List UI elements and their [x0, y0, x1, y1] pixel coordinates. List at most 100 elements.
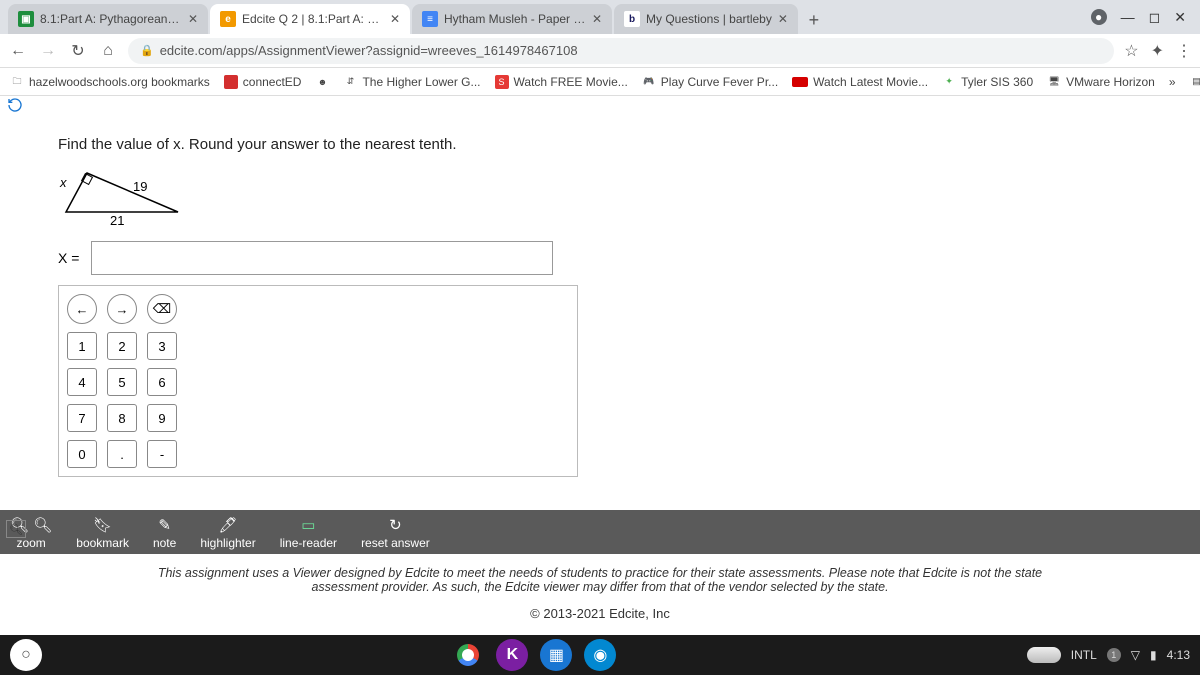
keypad-1[interactable]: 1 [67, 332, 97, 360]
profile-icon[interactable]: ● [1091, 9, 1107, 25]
bookmark-item[interactable]: ⇵ The Higher Lower G... [343, 75, 480, 89]
bookmark-item[interactable]: SWatch FREE Movie... [495, 75, 628, 89]
answer-label: X = [58, 250, 79, 266]
keypad-5[interactable]: 5 [107, 368, 137, 396]
extension-icon[interactable]: ✦ [1151, 41, 1164, 61]
note-icon: ✎ [158, 516, 171, 534]
browser-tab-active[interactable]: e Edcite Q 2 | 8.1:Part A: Pythagor ✕ [210, 4, 410, 34]
system-tray[interactable]: INTL 1 ▽ ▮ 4:13 [1027, 647, 1190, 663]
launcher-icon[interactable]: ○ [10, 639, 42, 671]
keypad-9[interactable]: 9 [147, 404, 177, 432]
tool-label: note [153, 536, 176, 550]
minimize-icon[interactable]: — [1121, 9, 1135, 25]
os-taskbar: ○ K ▦ ◉ INTL 1 ▽ ▮ 4:13 [0, 635, 1200, 675]
bookmarks-bar: 🗀hazelwoodschools.org bookmarks connectE… [0, 68, 1200, 96]
tool-label: reset answer [361, 536, 430, 550]
reading-list-button[interactable]: ▤Reading list [1190, 75, 1200, 89]
bookmark-favicon: 🖥 [1047, 75, 1061, 89]
chrome-icon[interactable] [452, 639, 484, 671]
keypad-dot[interactable]: . [107, 440, 137, 468]
bookmark-tool[interactable]: 🔖︎ bookmark [76, 516, 129, 550]
reset-answer-tool[interactable]: ↻ reset answer [361, 516, 430, 550]
answer-input[interactable] [91, 241, 553, 275]
close-icon[interactable]: ✕ [390, 12, 400, 26]
forward-icon[interactable]: → [38, 42, 58, 60]
bookmark-favicon: S [495, 75, 509, 89]
close-icon[interactable]: ✕ [778, 12, 788, 26]
list-icon: ▤ [1190, 75, 1200, 89]
close-icon[interactable]: ✕ [592, 12, 602, 26]
copyright-text: © 2013-2021 Edcite, Inc [0, 606, 1200, 621]
bookmark-item[interactable]: 🗀hazelwoodschools.org bookmarks [10, 75, 210, 89]
triangle-base-label: 21 [110, 213, 124, 228]
tool-label: zoom [16, 536, 45, 550]
star-icon[interactable]: ☆ [1124, 41, 1138, 61]
keypad-minus[interactable]: - [147, 440, 177, 468]
tab-title: Hytham Musleh - Paper Copy - G [444, 12, 586, 26]
keypad-next-button[interactable]: → [107, 294, 137, 324]
maximize-icon[interactable]: ◻ [1149, 9, 1161, 26]
browser-tab[interactable]: ≡ Hytham Musleh - Paper Copy - G ✕ [412, 4, 612, 34]
browser-tab[interactable]: b My Questions | bartleby ✕ [614, 4, 798, 34]
bookmark-label: VMware Horizon [1066, 75, 1155, 89]
tab-favicon: ▣ [18, 11, 34, 27]
tray-pill-icon [1027, 647, 1061, 663]
bookmark-label: Watch Latest Movie... [813, 75, 928, 89]
app-icon-k[interactable]: K [496, 639, 528, 671]
keypad-4[interactable]: 4 [67, 368, 97, 396]
notification-badge: 1 [1107, 648, 1121, 662]
bookmark-favicon: ⇵ [343, 75, 357, 89]
question-text: Find the value of x. Round your answer t… [58, 136, 1160, 153]
camera-icon[interactable]: ◉ [584, 639, 616, 671]
reset-icon: ↻ [389, 516, 402, 534]
clock: 4:13 [1167, 648, 1190, 662]
home-icon[interactable]: ⌂ [98, 42, 118, 60]
assignment-page: Find the value of x. Round your answer t… [0, 96, 1200, 477]
bookmark-favicon [224, 75, 238, 89]
keypad-prev-button[interactable]: ← [67, 294, 97, 324]
bookmark-favicon: ☻ [315, 75, 329, 89]
keypad-8[interactable]: 8 [107, 404, 137, 432]
url-input[interactable]: 🔒 edcite.com/apps/AssignmentViewer?assig… [128, 38, 1114, 64]
line-reader-tool[interactable]: ▭ line-reader [280, 516, 337, 550]
keypad: ← → ⌫ 1 2 3 4 5 6 7 8 9 0 . - [58, 285, 578, 477]
lang-indicator: INTL [1071, 648, 1097, 662]
back-icon[interactable]: ← [8, 42, 28, 60]
bookmark-item[interactable]: ✦Tyler SIS 360 [942, 75, 1033, 89]
new-tab-button[interactable]: + [800, 6, 828, 34]
bookmark-label: Tyler SIS 360 [961, 75, 1033, 89]
triangle-hyp-label: 19 [133, 179, 147, 194]
bookmark-label: Play Curve Fever Pr... [661, 75, 778, 89]
note-tool[interactable]: ✎ note [153, 516, 176, 550]
browser-tab[interactable]: ▣ 8.1:Part A: Pythagorean Theorem ✕ [8, 4, 208, 34]
bookmark-label: connectED [243, 75, 302, 89]
docs-icon[interactable]: ▦ [540, 639, 572, 671]
keypad-7[interactable]: 7 [67, 404, 97, 432]
bookmark-item[interactable]: ☻ [315, 75, 329, 89]
footer-disclaimer: This assignment uses a Viewer designed b… [0, 566, 1200, 594]
triangle-x-label: x [60, 175, 67, 190]
highlighter-icon: 🖊︎ [218, 516, 237, 534]
bookmark-item[interactable]: 🖥 VMware Horizon [1047, 75, 1155, 89]
bookmark-item[interactable]: Watch Latest Movie... [792, 75, 928, 89]
keypad-6[interactable]: 6 [147, 368, 177, 396]
zoom-magnifier-icon[interactable]: 🔍︎ [6, 520, 26, 538]
bookmark-item[interactable]: connectED [224, 75, 302, 89]
wifi-icon: ▽ [1131, 648, 1140, 662]
keypad-3[interactable]: 3 [147, 332, 177, 360]
menu-icon[interactable]: ⋮ [1176, 41, 1192, 61]
bookmark-label: The Higher Lower G... [362, 75, 480, 89]
lock-icon: 🔒 [140, 44, 154, 57]
keypad-backspace-button[interactable]: ⌫ [147, 294, 177, 324]
keypad-2[interactable]: 2 [107, 332, 137, 360]
window-controls: ● — ◻ ✕ [1091, 0, 1200, 34]
bookmark-item[interactable]: 🎮Play Curve Fever Pr... [642, 75, 778, 89]
bookmarks-overflow[interactable]: » [1169, 75, 1176, 89]
tab-title: 8.1:Part A: Pythagorean Theorem [40, 12, 182, 26]
reload-icon[interactable]: ↻ [68, 41, 88, 61]
close-window-icon[interactable]: ✕ [1174, 9, 1186, 26]
tab-favicon: ≡ [422, 11, 438, 27]
keypad-0[interactable]: 0 [67, 440, 97, 468]
close-icon[interactable]: ✕ [188, 12, 198, 26]
highlighter-tool[interactable]: 🖊︎ highlighter [200, 516, 255, 550]
